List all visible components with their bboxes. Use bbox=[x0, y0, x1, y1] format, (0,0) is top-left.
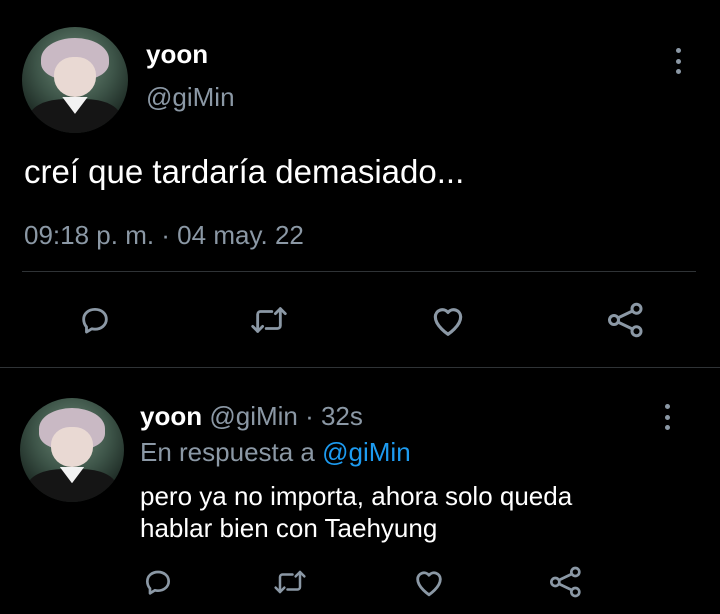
tweet-text: creí que tardaría demasiado... bbox=[24, 153, 465, 190]
divider bbox=[22, 271, 696, 272]
reply-meta: @giMin · 32s bbox=[209, 401, 363, 431]
reply-icon[interactable] bbox=[142, 566, 174, 598]
reply-header: yoon @giMin · 32s bbox=[140, 401, 363, 432]
more-options-icon[interactable] bbox=[674, 48, 682, 74]
reply-to-link[interactable]: @giMin bbox=[322, 437, 411, 467]
retweet-icon[interactable] bbox=[272, 567, 308, 597]
divider bbox=[0, 367, 720, 368]
author-avatar[interactable] bbox=[22, 27, 128, 133]
reply-author-avatar[interactable] bbox=[20, 398, 124, 502]
like-icon[interactable] bbox=[412, 566, 446, 598]
share-icon[interactable] bbox=[548, 566, 584, 598]
reply-icon[interactable] bbox=[78, 303, 112, 337]
reply-context: En respuesta a @giMin bbox=[140, 437, 411, 468]
like-icon[interactable] bbox=[429, 302, 467, 338]
reply-text-line2: hablar bien con Taehyung bbox=[140, 513, 438, 543]
tweet-timestamp[interactable]: 09:18 p. m. · 04 may. 22 bbox=[24, 220, 304, 251]
retweet-icon[interactable] bbox=[249, 303, 289, 337]
share-icon[interactable] bbox=[606, 302, 646, 338]
reply-author-name[interactable]: yoon bbox=[140, 401, 202, 431]
more-options-icon[interactable] bbox=[663, 404, 671, 430]
author-name[interactable]: yoon bbox=[146, 39, 208, 70]
reply-prefix: En respuesta a bbox=[140, 437, 315, 467]
reply-text-line1: pero ya no importa, ahora solo queda bbox=[140, 481, 573, 511]
author-handle[interactable]: @giMin bbox=[146, 82, 235, 113]
